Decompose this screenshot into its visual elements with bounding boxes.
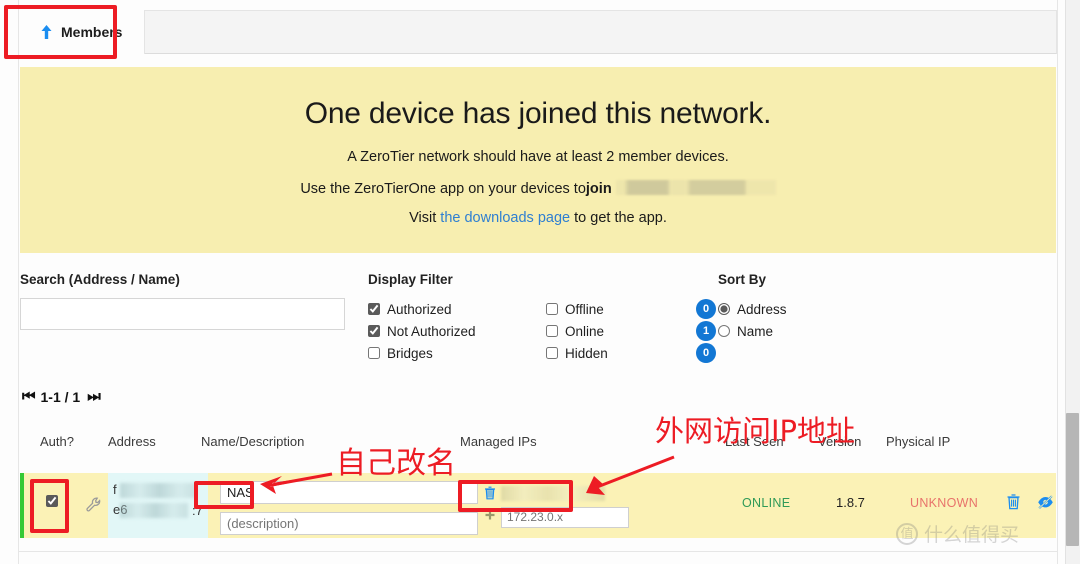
- offline-count-badge: 0: [696, 299, 716, 319]
- hidden-count-badge: 0: [696, 343, 716, 363]
- sort-by-address[interactable]: Address: [718, 298, 958, 320]
- filter-bridges[interactable]: Bridges: [368, 342, 543, 364]
- filter-offline[interactable]: Offline: [546, 298, 716, 320]
- column-header-last-seen: Last Seen: [725, 434, 784, 449]
- filter-authorized-label: Authorized: [387, 301, 452, 317]
- redacted-managed-ip: [501, 485, 605, 501]
- sort-by-name-radio[interactable]: [718, 325, 730, 337]
- filter-offline-label: Offline: [565, 301, 604, 317]
- sort-by-label: Sort By: [718, 272, 767, 287]
- redacted-address-1: [120, 483, 196, 498]
- pagination-first-button[interactable]: ⏮: [22, 388, 35, 405]
- watermark-logo: 值: [896, 522, 918, 545]
- filter-hidden-label: Hidden: [565, 345, 608, 361]
- watermark-text: 什么值得买: [924, 524, 1020, 546]
- search-column: Search (Address / Name): [20, 272, 350, 330]
- tab-strip: [19, 10, 1057, 54]
- alert-join-word: join: [585, 181, 612, 197]
- filter-online[interactable]: Online: [546, 320, 716, 342]
- arrow-up-icon: [41, 25, 52, 39]
- search-input[interactable]: [20, 298, 345, 330]
- wrench-icon[interactable]: [86, 497, 102, 518]
- sort-by-name[interactable]: Name: [718, 320, 958, 342]
- column-header-physical-ip: Physical IP: [886, 434, 951, 449]
- filter-authorized-checkbox[interactable]: [368, 303, 380, 315]
- filter-bridges-label: Bridges: [387, 345, 433, 361]
- alert-join-prefix: Use the ZeroTierOne app on your devices …: [300, 181, 586, 197]
- sort-by-address-radio[interactable]: [718, 303, 730, 315]
- member-name-input[interactable]: [220, 481, 478, 504]
- redacted-network-id: [615, 180, 776, 195]
- pagination-range: 1-1 / 1: [40, 388, 81, 405]
- column-header-version: Version: [818, 434, 862, 449]
- sort-by-column: Sort By Address Name: [718, 272, 958, 342]
- eye-slash-icon[interactable]: [1037, 494, 1054, 510]
- filter-offline-checkbox[interactable]: [546, 303, 558, 315]
- watermark: 值 什么值得买: [896, 520, 1019, 547]
- row-managed-ips-cell: [484, 482, 640, 528]
- redacted-address-2: [120, 503, 188, 518]
- alert-heading: One device has joined this network.: [304, 97, 772, 130]
- pagination: ⏮ 1-1 / 1 ⏭: [22, 388, 101, 405]
- row-actions: [1006, 493, 1054, 510]
- managed-ip-input[interactable]: [501, 506, 629, 528]
- delete-member-icon[interactable]: [1006, 493, 1021, 510]
- filter-authorized[interactable]: Authorized: [368, 298, 543, 320]
- managed-ip-assigned: [484, 482, 640, 504]
- display-filter-column: Display Filter Authorized Not Authorized…: [368, 272, 716, 366]
- network-alert-banner: One device has joined this network. A Ze…: [20, 67, 1056, 253]
- online-count-badge: 1: [696, 321, 716, 341]
- filter-not-authorized-label: Not Authorized: [387, 323, 476, 339]
- alert-line-2: Use the ZeroTierOne app on your devices …: [20, 178, 1056, 197]
- vertical-scrollbar-thumb[interactable]: [1066, 413, 1079, 546]
- alert-visit-prefix: Visit: [409, 210, 441, 226]
- tab-members-label: Members: [61, 24, 123, 40]
- vertical-scrollbar-track[interactable]: [1065, 0, 1080, 564]
- column-header-auth: Auth?: [40, 434, 74, 449]
- row-physical-ip: UNKNOWN: [910, 496, 979, 510]
- filter-hidden-checkbox[interactable]: [546, 347, 558, 359]
- pagination-last-button[interactable]: ⏭: [87, 388, 100, 405]
- row-address-line-1: f: [108, 482, 208, 502]
- display-filter-left-group: Authorized Not Authorized Bridges: [368, 298, 543, 364]
- column-header-managed-ips: Managed IPs: [460, 434, 537, 449]
- filter-not-authorized[interactable]: Not Authorized: [368, 320, 543, 342]
- column-header-name: Name/Description: [201, 434, 305, 449]
- row-address-cell: f e6 :7: [108, 473, 208, 538]
- tab-members[interactable]: Members: [19, 10, 146, 54]
- bottom-divider: [19, 551, 1057, 552]
- row-address-line-2: e6 :7: [108, 502, 208, 522]
- downloads-page-link[interactable]: the downloads page: [440, 210, 570, 226]
- filter-online-label: Online: [565, 323, 605, 339]
- filter-not-authorized-checkbox[interactable]: [368, 325, 380, 337]
- plus-icon[interactable]: [484, 508, 496, 522]
- filter-online-checkbox[interactable]: [546, 325, 558, 337]
- alert-visit-suffix: to get the app.: [570, 210, 667, 226]
- filter-hidden[interactable]: Hidden: [546, 342, 716, 364]
- row-address-prefix: f: [113, 482, 117, 497]
- trash-icon[interactable]: [484, 486, 496, 500]
- search-label: Search (Address / Name): [20, 272, 180, 287]
- alert-line-1: A ZeroTier network should have at least …: [347, 149, 729, 165]
- sort-by-name-label: Name: [737, 323, 774, 339]
- browser-viewport: Members One device has joined this netwo…: [0, 0, 1080, 564]
- row-auth-checkbox[interactable]: [46, 495, 58, 507]
- filter-bridges-checkbox[interactable]: [368, 347, 380, 359]
- alert-line-3: Visit the downloads page to get the app.: [20, 210, 1056, 226]
- member-description-input[interactable]: [220, 512, 478, 535]
- row-version: 1.8.7: [836, 495, 865, 510]
- sort-by-address-label: Address: [737, 301, 787, 317]
- display-filter-label: Display Filter: [368, 272, 453, 287]
- managed-ip-add-row: [484, 504, 640, 528]
- members-table-header: Auth? Address Name/Description Managed I…: [20, 434, 1056, 462]
- row-address-suffix: :7: [192, 503, 203, 518]
- display-filter-right-group: Offline 0 Online 1 Hidden 0: [546, 298, 716, 364]
- row-auth-checkbox-cell[interactable]: [46, 494, 65, 512]
- row-name-description-cell: [220, 481, 478, 535]
- column-header-address: Address: [108, 434, 156, 449]
- row-last-seen: ONLINE: [742, 496, 791, 510]
